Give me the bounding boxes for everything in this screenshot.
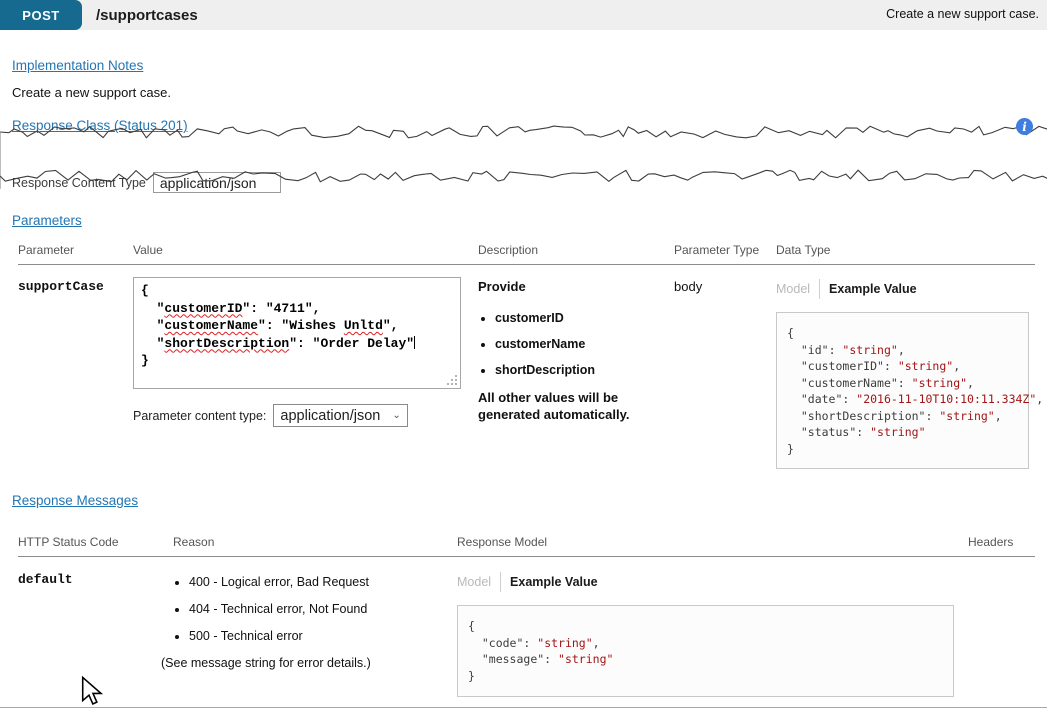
col-response-model: Response Model: [457, 535, 968, 549]
tear-edge-top: [0, 125, 1047, 139]
reason-note: (See message string for error details.): [161, 656, 457, 670]
reason-cell: 400 - Logical error, Bad Request 404 - Te…: [173, 570, 457, 697]
list-item: customerName: [495, 337, 654, 351]
response-model-tab[interactable]: Model: [457, 575, 491, 589]
responses-table-header: HTTP Status Code Reason Response Model H…: [18, 535, 1035, 557]
support-case-body-textarea[interactable]: { "customerID": "4711", "customerName": …: [133, 277, 461, 389]
operation-summary: Create a new support case.: [886, 7, 1039, 21]
resize-grip-icon[interactable]: [447, 375, 458, 386]
description-note: All other values will be generated autom…: [478, 389, 653, 423]
parameter-name: supportCase: [18, 277, 133, 469]
parameters-table-row: supportCase { "customerID": "4711", "cus…: [18, 277, 1035, 469]
list-item: 500 - Technical error: [189, 629, 457, 643]
param-example-value-tab[interactable]: Example Value: [829, 282, 917, 296]
description-cell: Provide customerID customerName shortDescr…: [478, 277, 674, 469]
chevron-down-icon: ⌄: [392, 410, 400, 421]
col-reason: Reason: [173, 535, 457, 549]
col-headers: Headers: [968, 535, 1035, 549]
parameter-content-type-value: application/json: [280, 408, 380, 424]
torn-screenshot-region: Response Class (Status 201) i Response C…: [0, 113, 1047, 199]
list-item: shortDescription: [495, 363, 654, 377]
col-parameter-type: Parameter Type: [674, 243, 776, 257]
responses-table-row: default 400 - Logical error, Bad Request…: [18, 570, 1035, 697]
response-model-cell: Model Example Value { "code": "string", …: [457, 570, 968, 697]
parameters-heading: Parameters: [12, 213, 82, 228]
response-example-json: { "code": "string", "message": "string"}: [457, 605, 954, 697]
list-item: 400 - Logical error, Bad Request: [189, 575, 457, 589]
description-lead: Provide: [478, 279, 654, 294]
col-data-type: Data Type: [776, 243, 1035, 257]
response-status-code: default: [18, 570, 173, 697]
parameter-content-type-select[interactable]: application/json ⌄: [273, 404, 407, 427]
implementation-notes-text: Create a new support case.: [12, 85, 1047, 100]
http-method-badge[interactable]: POST: [0, 0, 82, 30]
tab-divider: [500, 572, 501, 592]
response-example-value-tab[interactable]: Example Value: [510, 575, 598, 589]
parameter-content-type-label: Parameter content type:: [133, 409, 266, 423]
tear-edge-bottom: [0, 169, 1047, 183]
col-parameter: Parameter: [18, 243, 133, 257]
value-cell: { "customerID": "4711", "customerName": …: [133, 277, 478, 469]
implementation-notes-heading: Implementation Notes: [12, 58, 143, 73]
list-item: customerID: [495, 311, 654, 325]
info-icon[interactable]: i: [1016, 118, 1033, 135]
parameters-table-header: Parameter Value Description Parameter Ty…: [18, 243, 1035, 265]
parameter-type-value: body: [674, 277, 776, 469]
data-type-cell: Model Example Value { "id": "string", "c…: [776, 277, 1035, 469]
description-list: customerID customerName shortDescription: [478, 311, 654, 377]
api-operation-panel: POST /supportcases Create a new support …: [0, 0, 1047, 708]
response-messages-heading: Response Messages: [12, 493, 138, 508]
tab-divider: [819, 279, 820, 299]
reason-list: 400 - Logical error, Bad Request 404 - Te…: [173, 575, 457, 643]
operation-header-bar: POST /supportcases Create a new support …: [0, 0, 1047, 30]
list-item: 404 - Technical error, Not Found: [189, 602, 457, 616]
endpoint-path[interactable]: /supportcases: [96, 7, 198, 24]
param-model-tab[interactable]: Model: [776, 282, 810, 296]
col-http-status-code: HTTP Status Code: [18, 535, 173, 549]
col-description: Description: [478, 243, 674, 257]
headers-cell: [968, 570, 1035, 697]
col-value: Value: [133, 243, 478, 257]
param-example-json: { "id": "string", "customerID": "string"…: [776, 312, 1029, 469]
